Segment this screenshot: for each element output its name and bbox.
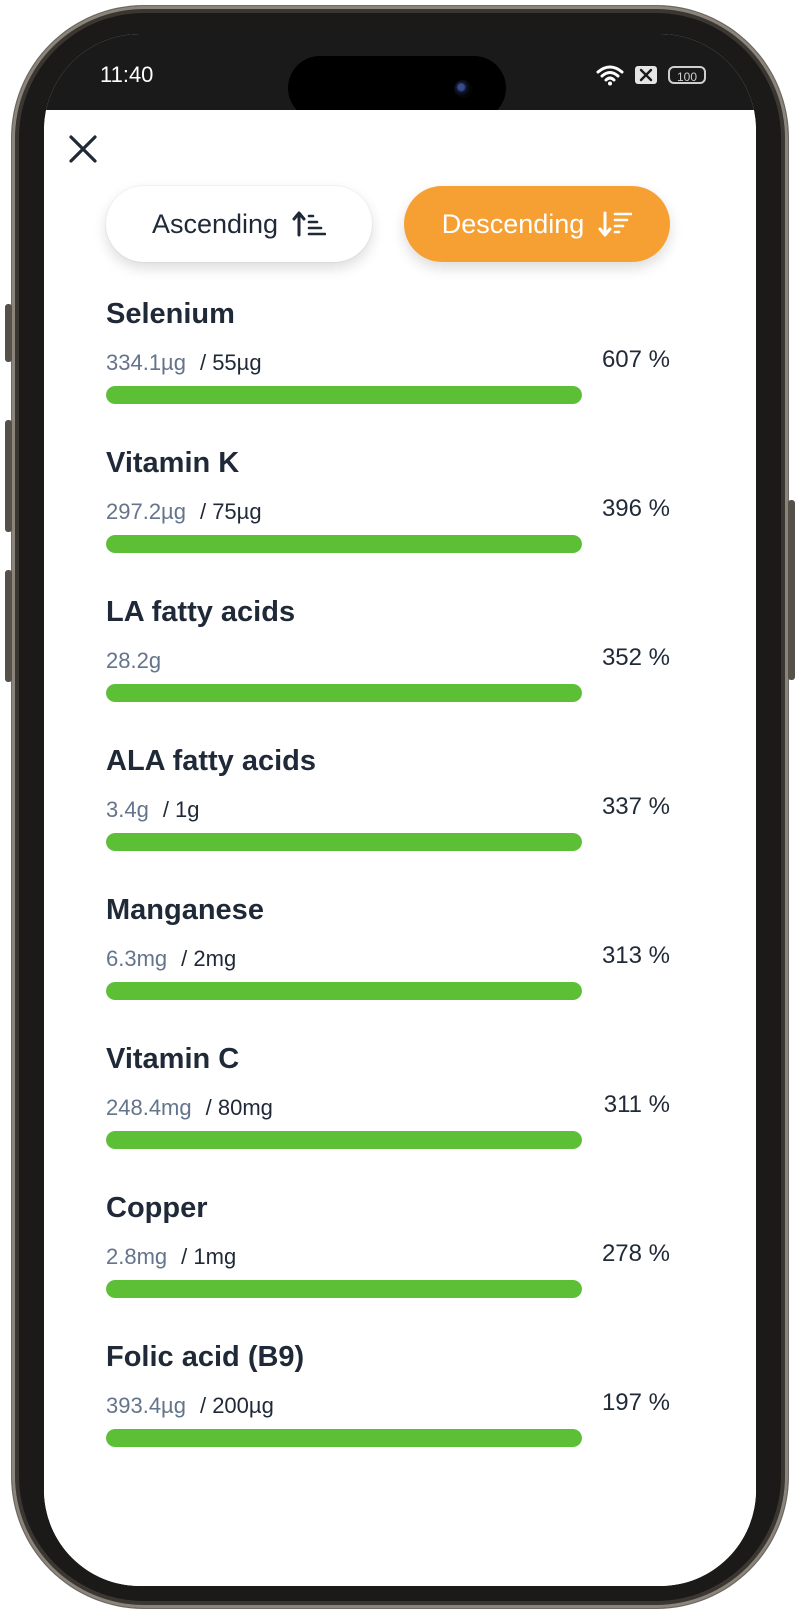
nutrient-amount: 248.4mg / 80mg <box>106 1095 273 1121</box>
volume-down-button <box>5 570 12 682</box>
descending-sort-button[interactable]: Descending <box>404 186 670 262</box>
no-sim-icon <box>635 66 657 84</box>
nutrient-item[interactable]: Copper 2.8mg / 1mg 278 % <box>44 1192 756 1341</box>
nutrient-item[interactable]: Folic acid (B9) 393.4µg / 200µg 197 % <box>44 1341 756 1490</box>
nutrient-amount: 3.4g / 1g <box>106 797 200 823</box>
progress-fill <box>106 982 582 1000</box>
progress-bar <box>106 386 582 404</box>
nutrient-amount: 334.1µg / 55µg <box>106 350 262 376</box>
nutrient-percent: 311 % <box>603 1091 670 1118</box>
nutrient-name: Selenium <box>106 298 235 330</box>
progress-fill <box>106 1280 582 1298</box>
nutrient-intake: 297.2µg <box>106 499 186 524</box>
descending-label: Descending <box>441 208 585 239</box>
progress-fill <box>106 1131 582 1149</box>
progress-fill <box>106 535 582 553</box>
progress-fill <box>106 833 582 851</box>
nutrient-target: / 200µg <box>199 1393 274 1418</box>
progress-bar <box>106 833 582 851</box>
progress-fill <box>106 1429 582 1447</box>
nutrient-percent: 197 % <box>601 1389 670 1416</box>
progress-fill <box>106 684 582 702</box>
nutrient-item[interactable]: LA fatty acids 28.2g 352 % <box>44 596 756 745</box>
nutrient-name: ALA fatty acids <box>106 745 317 777</box>
nutrient-amount: 393.4µg / 200µg <box>106 1393 274 1419</box>
progress-bar <box>106 1280 582 1298</box>
progress-bar <box>106 982 582 1000</box>
status-time: 11:40 <box>100 62 154 87</box>
nutrient-name: Copper <box>106 1192 208 1224</box>
nutrient-amount: 28.2g <box>106 648 175 674</box>
nutrient-target: / 1mg <box>181 1244 237 1269</box>
nutrient-intake: 3.4g <box>106 797 149 822</box>
nutrient-target: / 80mg <box>205 1095 273 1120</box>
camera-lens <box>454 80 472 98</box>
nutrient-amount: 6.3mg / 2mg <box>106 946 236 972</box>
progress-fill <box>106 386 582 404</box>
nutrient-intake: 28.2g <box>106 648 162 673</box>
nutrient-intake: 393.4µg <box>106 1393 186 1418</box>
nutrient-name: Vitamin C <box>106 1043 240 1075</box>
nutrient-sort-sheet: Ascending Descending Selenium 334.1µg / 5… <box>44 110 756 1586</box>
nutrient-item[interactable]: Vitamin C 248.4mg / 80mg 311 % <box>44 1043 756 1192</box>
nutrient-name: LA fatty acids <box>106 596 296 628</box>
nutrient-percent: 352 % <box>601 644 670 671</box>
nutrient-amount: 2.8mg / 1mg <box>106 1244 236 1270</box>
nutrient-percent: 396 % <box>601 495 670 522</box>
nutrient-target: / 75µg <box>199 499 262 524</box>
nutrient-percent: 337 % <box>601 793 670 820</box>
nutrient-percent: 278 % <box>601 1240 670 1267</box>
progress-bar <box>106 1429 582 1447</box>
ascending-label: Ascending <box>151 208 279 239</box>
nutrient-item[interactable]: Vitamin K 297.2µg / 75µg 396 % <box>44 447 756 596</box>
phone-screen: 11:40 100 Ascending Descending Selenium … <box>44 34 756 1586</box>
nutrient-target: / 2mg <box>181 946 237 971</box>
close-icon <box>69 135 97 163</box>
nutrient-item[interactable]: Selenium 334.1µg / 55µg 607 % <box>44 298 756 447</box>
nutrient-intake: 6.3mg <box>106 946 168 971</box>
status-icons: 100 <box>596 64 706 86</box>
progress-bar <box>106 1131 582 1149</box>
action-button <box>5 304 12 362</box>
sort-descending-icon <box>598 211 633 237</box>
nutrient-percent: 313 % <box>601 942 670 969</box>
nutrient-amount: 297.2µg / 75µg <box>106 499 262 525</box>
nutrient-item[interactable]: ALA fatty acids 3.4g / 1g 337 % <box>44 745 756 894</box>
nutrient-target: / 55µg <box>199 350 262 375</box>
nutrient-name: Manganese <box>106 894 264 926</box>
close-button[interactable] <box>66 132 100 166</box>
nutrient-percent: 607 % <box>601 346 670 373</box>
nutrient-intake: 334.1µg <box>106 350 186 375</box>
volume-up-button <box>5 420 12 532</box>
nutrient-name: Vitamin K <box>106 447 240 479</box>
nutrient-target: / 1g <box>162 797 200 822</box>
nutrient-name: Folic acid (B9) <box>106 1341 305 1373</box>
power-button <box>788 500 795 680</box>
progress-bar <box>106 684 582 702</box>
nutrient-item[interactable]: Manganese 6.3mg / 2mg 313 % <box>44 894 756 1043</box>
nutrient-intake: 248.4mg <box>106 1095 192 1120</box>
wifi-icon <box>596 65 624 86</box>
battery-icon: 100 <box>668 66 706 84</box>
ascending-sort-button[interactable]: Ascending <box>106 186 372 262</box>
nutrient-intake: 2.8mg <box>106 1244 168 1269</box>
sort-ascending-icon <box>292 211 327 237</box>
status-bar: 11:40 100 <box>44 34 756 120</box>
progress-bar <box>106 535 582 553</box>
